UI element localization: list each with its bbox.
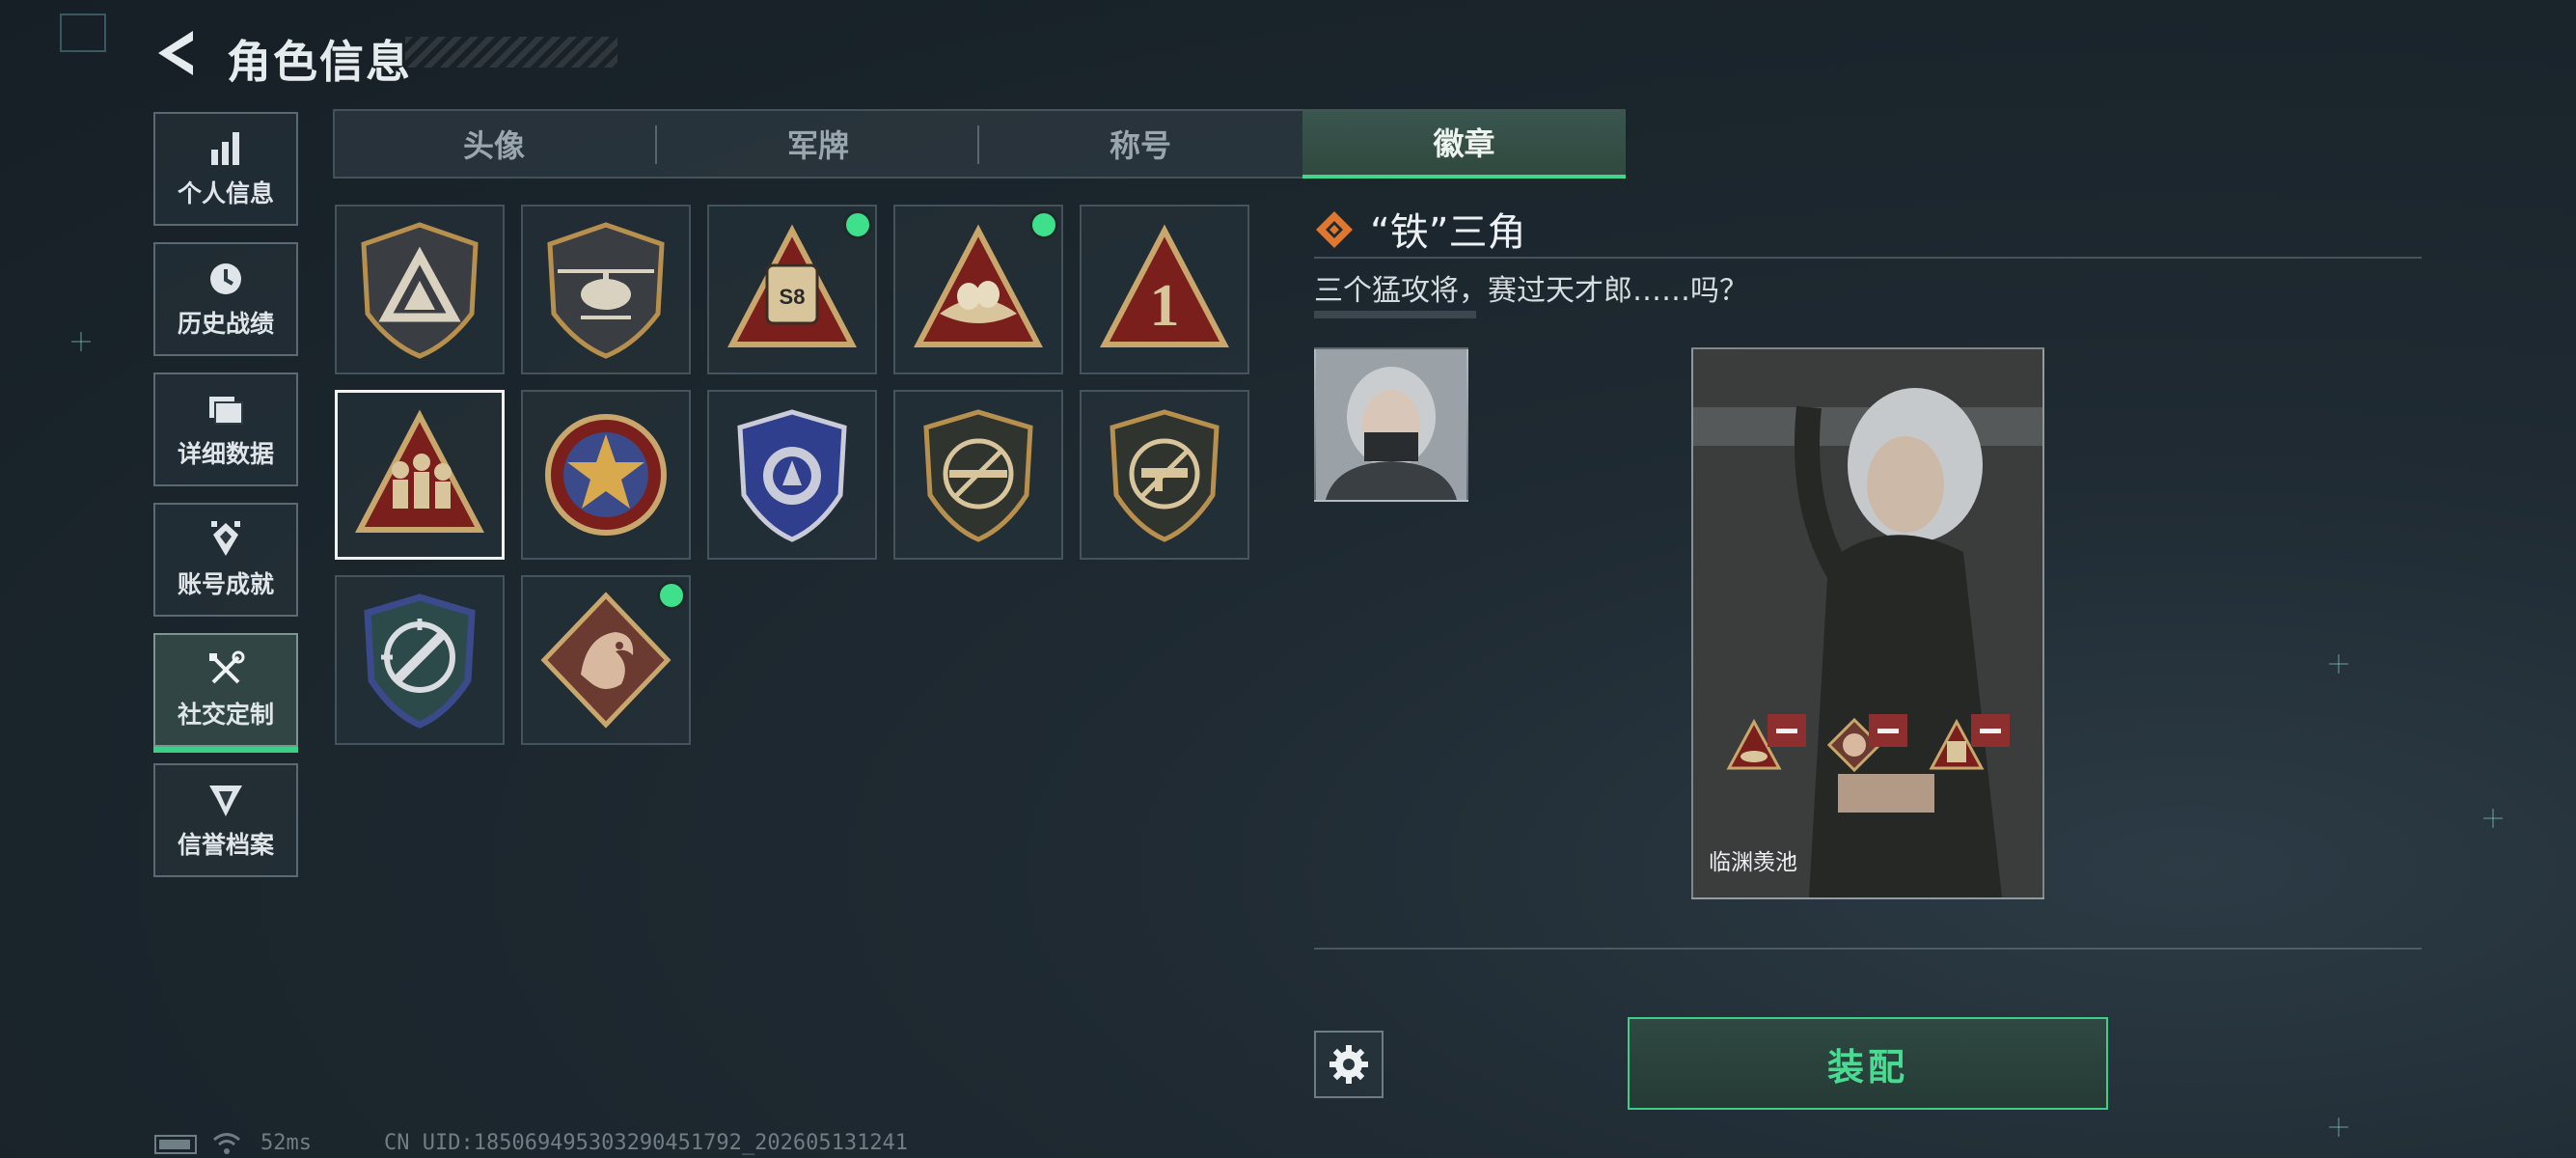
- description-decoration: [1314, 311, 1476, 318]
- sidebar-item-details[interactable]: 详细数据: [153, 372, 298, 486]
- iron-triangle-soldiers-badge-icon: [355, 409, 484, 533]
- badge-cell[interactable]: [335, 205, 505, 374]
- badge-description: 三个猛攻将，赛过天才郎……吗？: [1314, 274, 1748, 308]
- tools-icon: [209, 650, 245, 684]
- crosshair-knife-shield-badge-icon: [364, 593, 476, 729]
- uid-readout: CN UID:18506949530329045179​2_2026051312…: [384, 1131, 909, 1155]
- no-smg-shield-badge-icon: [1110, 409, 1219, 542]
- badge-cell-selected[interactable]: [335, 390, 505, 560]
- badge-text: S8: [780, 285, 806, 309]
- remove-badge-3-button[interactable]: [1971, 714, 2010, 747]
- tab-badge[interactable]: 徽章: [1302, 109, 1626, 179]
- badge-name: “铁”三角: [1370, 210, 1526, 255]
- sidebar-item-label: 社交定制: [177, 701, 274, 729]
- sidebar-item-label: 账号成就: [177, 570, 274, 598]
- badge-text: 1: [1150, 273, 1180, 339]
- helicopter-shield-badge-icon: [547, 222, 665, 359]
- badge-cell[interactable]: [707, 390, 877, 560]
- background-decoration: [2483, 809, 2503, 828]
- folder-icon: [209, 397, 243, 425]
- gear-icon: [1329, 1045, 1368, 1084]
- new-indicator-dot: [657, 581, 686, 610]
- wifi-icon: [213, 1133, 240, 1154]
- background-decoration: [71, 332, 91, 351]
- badge-cell[interactable]: [1080, 390, 1249, 560]
- battery-icon: [154, 1135, 197, 1154]
- tab-military-tag[interactable]: 军牌: [657, 109, 979, 179]
- reputation-icon: [209, 786, 242, 816]
- new-indicator-dot: [843, 210, 872, 239]
- blue-shield-badge-icon: [737, 409, 847, 542]
- background-decoration: [2329, 654, 2348, 674]
- remove-badge-2-button[interactable]: [1869, 714, 1907, 747]
- character-card: [1691, 347, 2044, 899]
- background-decoration: [2329, 1117, 2348, 1137]
- sidebar-item-label: 历史战绩: [177, 310, 274, 338]
- remove-badge-1-button[interactable]: [1768, 714, 1806, 747]
- character-portrait-image: [1316, 349, 1466, 500]
- triangle-emblem-shield-badge-icon: [361, 222, 479, 359]
- title-decoration: [405, 37, 617, 68]
- ping-readout: 52ms: [260, 1131, 312, 1155]
- sidebar-item-label: 个人信息: [177, 179, 274, 207]
- player-avatar: [1314, 347, 1468, 502]
- badge-cell[interactable]: [893, 390, 1063, 560]
- clock-icon: [210, 263, 241, 294]
- page-title: 角色信息: [227, 36, 412, 88]
- character-name: 临渊羡池: [1709, 850, 1797, 875]
- character-image: [1693, 349, 2042, 897]
- sidebar-item-label: 详细数据: [177, 440, 274, 468]
- sidebar-item-history[interactable]: 历史战绩: [153, 242, 298, 356]
- bar-chart-icon: [211, 132, 239, 165]
- nest-triangle-badge-icon: [914, 224, 1043, 347]
- sidebar-item-social[interactable]: 社交定制: [153, 633, 298, 753]
- divider: [1314, 257, 2422, 259]
- minus-icon: [1776, 728, 1797, 733]
- number-one-triangle-badge-icon: 1: [1100, 224, 1229, 347]
- star-circle-badge-icon: [545, 414, 667, 536]
- new-indicator-dot: [1029, 210, 1058, 239]
- back-arrow-icon[interactable]: [154, 29, 199, 77]
- badge-cell[interactable]: [335, 575, 505, 745]
- s8-truck-triangle-badge-icon: S8: [727, 224, 857, 347]
- badge-cell[interactable]: [521, 205, 691, 374]
- no-rifle-shield-badge-icon: [923, 409, 1033, 542]
- divider: [1314, 948, 2422, 950]
- sidebar-item-achievements[interactable]: 账号成就: [153, 503, 298, 617]
- tab-title[interactable]: 称号: [979, 109, 1302, 179]
- sidebar-item-reputation[interactable]: 信誉档案: [153, 763, 298, 877]
- minus-icon: [1877, 728, 1899, 733]
- equip-button[interactable]: 装配: [1628, 1017, 2108, 1110]
- minus-icon: [1980, 728, 2001, 733]
- settings-button[interactable]: [1314, 1031, 1384, 1098]
- sidebar-item-label: 信誉档案: [177, 831, 274, 859]
- tab-avatar[interactable]: 头像: [333, 109, 655, 179]
- badge-cell[interactable]: 1: [1080, 205, 1249, 374]
- diamond-icon: [1316, 211, 1353, 248]
- badge-cell[interactable]: [521, 390, 691, 560]
- achievement-icon: [211, 521, 240, 556]
- sidebar-item-profile[interactable]: 个人信息: [153, 112, 298, 226]
- dragon-diamond-badge-icon: [540, 592, 671, 729]
- corner-decoration: [60, 14, 106, 52]
